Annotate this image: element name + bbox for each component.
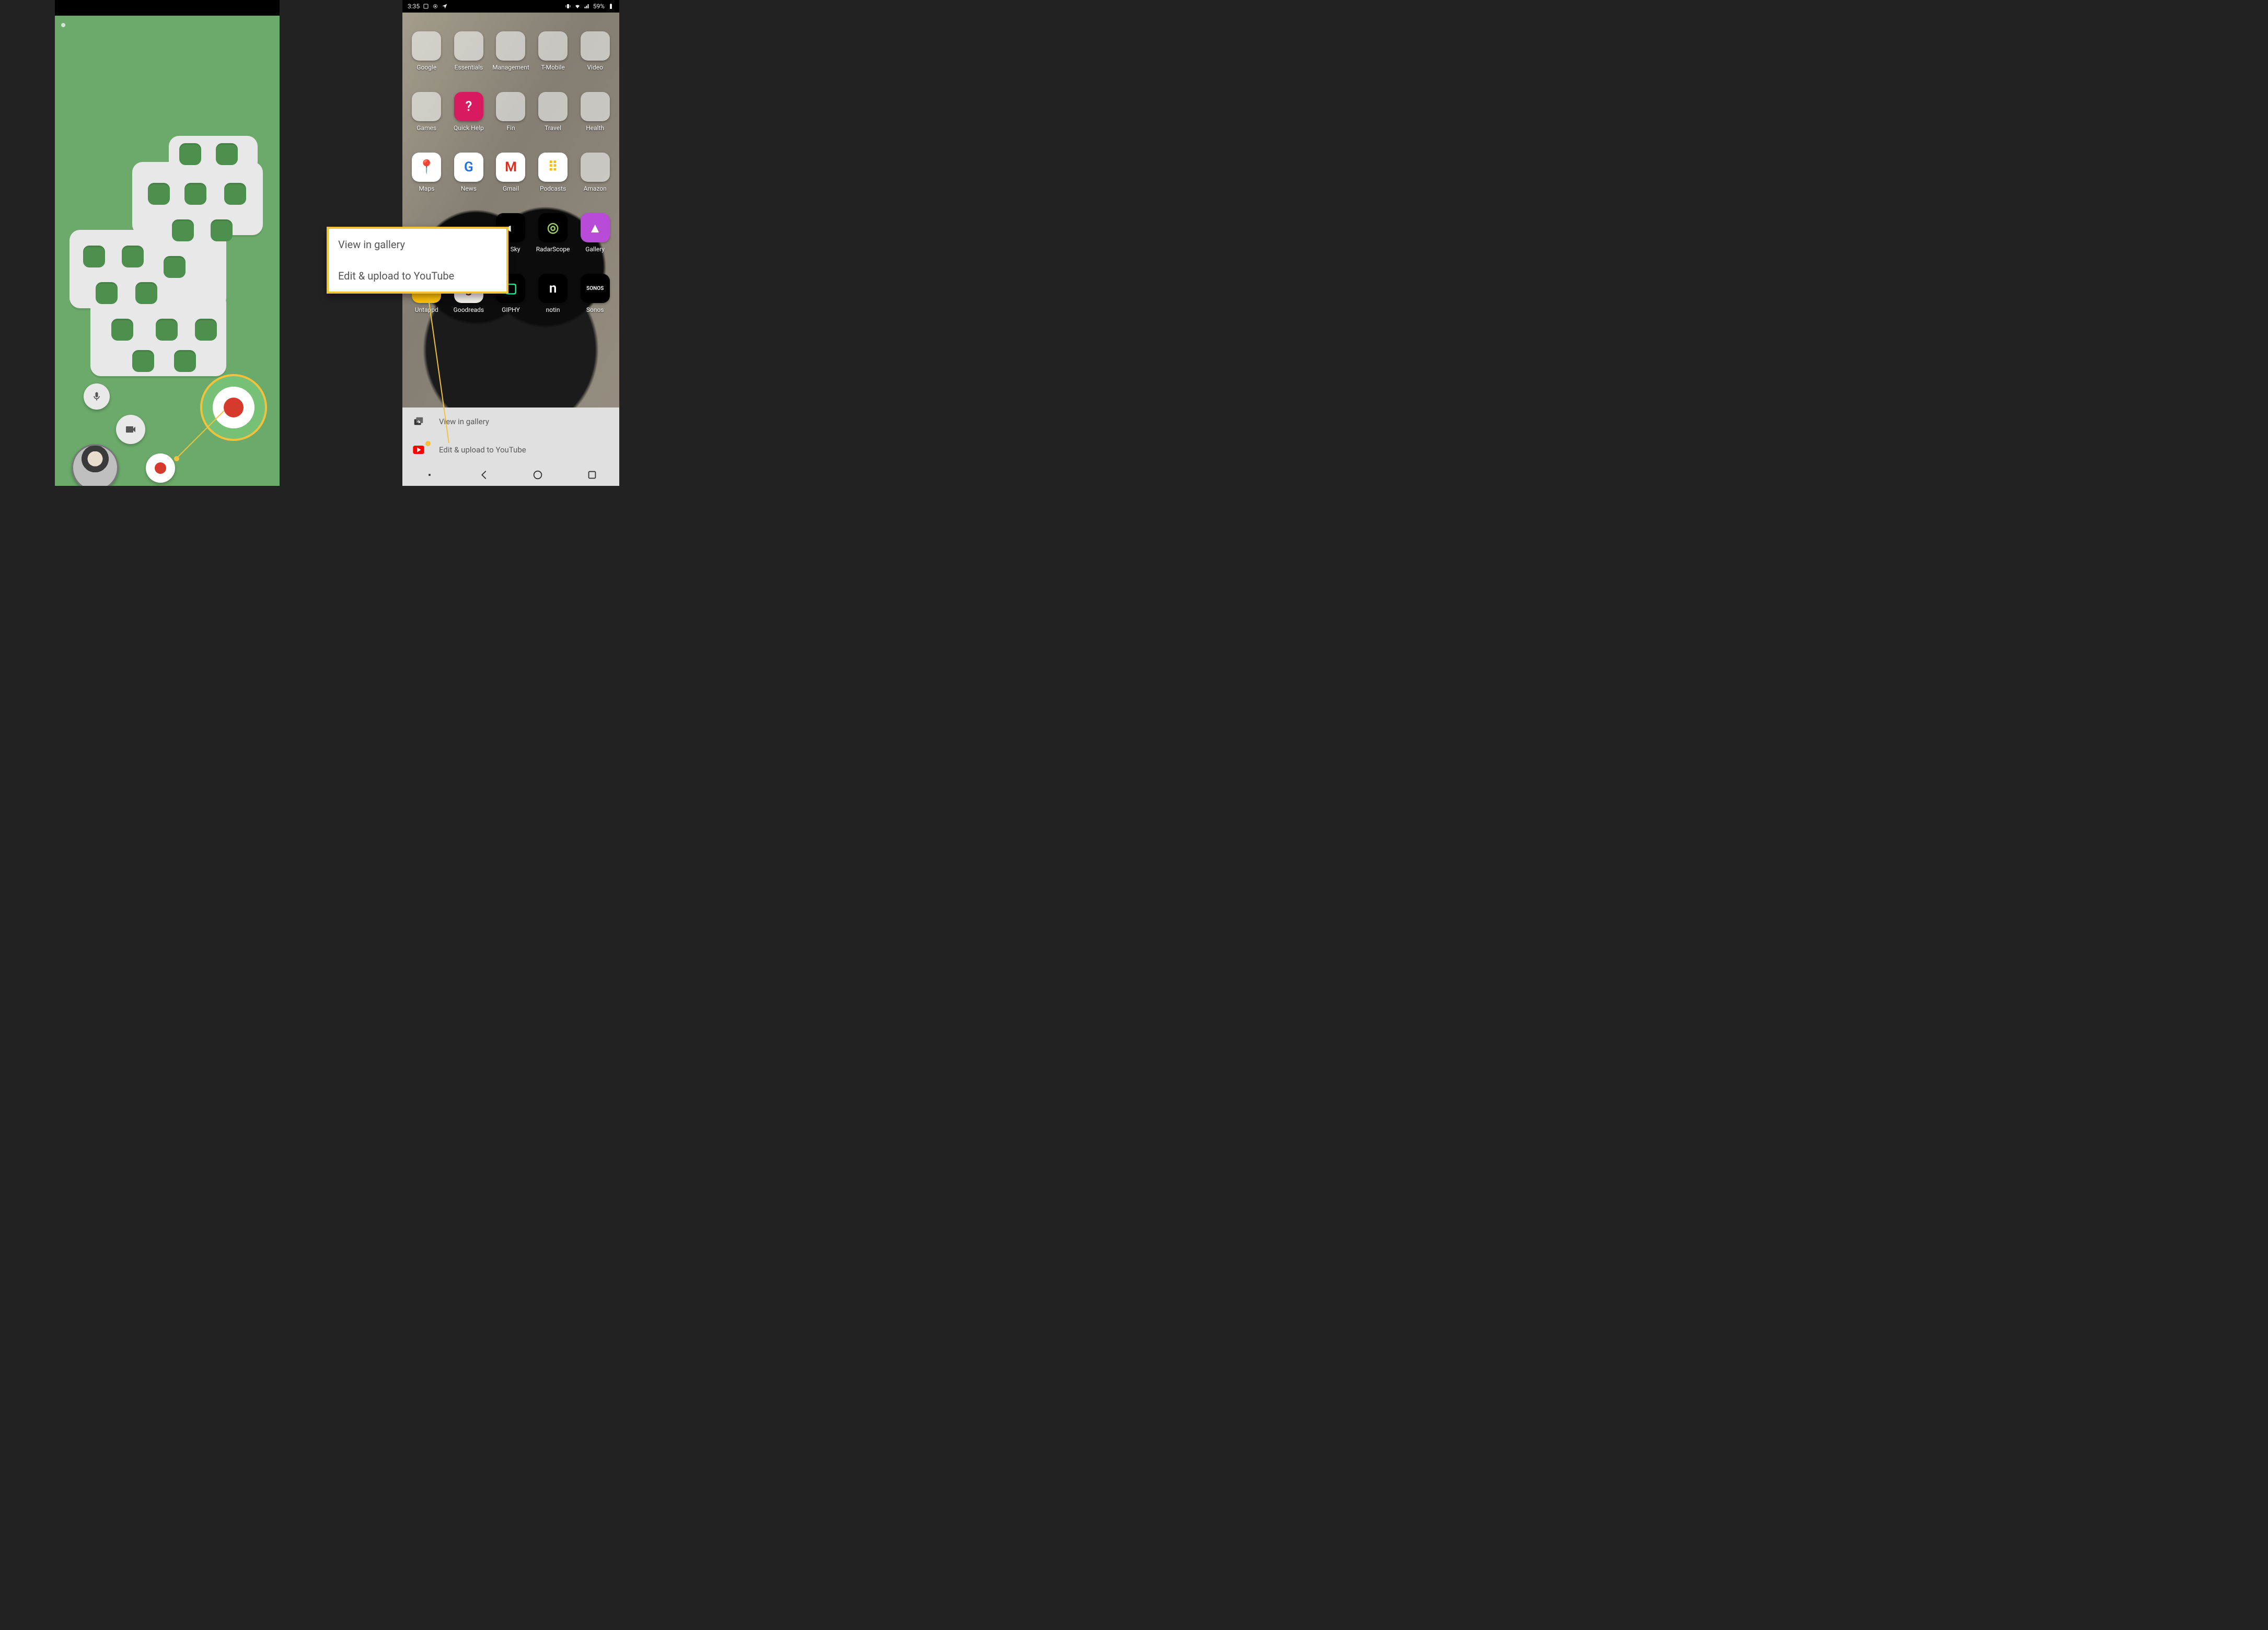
app-essentials[interactable]: Essentials: [452, 31, 486, 71]
record-large-button[interactable]: [200, 374, 267, 441]
callout-option-upload-youtube[interactable]: Edit & upload to YouTube: [329, 260, 506, 292]
app-label: Goodreads: [454, 306, 484, 313]
battery-icon: [608, 3, 614, 9]
app-label: T-Mobile: [541, 64, 564, 71]
app-icon: 📍: [412, 153, 441, 182]
app-label: Management: [492, 64, 529, 71]
folder-icon: [538, 92, 568, 121]
app-amazon[interactable]: Amazon: [578, 153, 612, 192]
app-icon: SONOS: [581, 274, 610, 303]
gps-icon: [442, 3, 448, 9]
app-icon: ▲: [581, 213, 610, 242]
app-label: Games: [416, 124, 436, 132]
app-label: Essentials: [455, 64, 483, 71]
screenshot-icon: [423, 3, 429, 9]
app-icon: n: [538, 274, 568, 303]
nav-dot-icon[interactable]: [424, 469, 435, 481]
app-label: Gallery: [585, 246, 605, 253]
app-games[interactable]: Games: [409, 92, 444, 132]
wifi-icon: [574, 3, 581, 9]
indicator-dot: [61, 23, 65, 27]
app-label: Quick Help: [454, 124, 484, 132]
sheet-upload-youtube[interactable]: Edit & upload to YouTube: [402, 436, 619, 464]
app-maps[interactable]: 📍 Maps: [409, 153, 444, 192]
sheet-label: Edit & upload to YouTube: [439, 445, 526, 455]
app-management[interactable]: Management: [493, 31, 528, 71]
youtube-icon: [413, 444, 424, 456]
record-icon: [155, 462, 166, 474]
folder-icon: [412, 92, 441, 121]
app-label: Sonos: [586, 306, 604, 313]
puzzle-board[interactable]: [70, 136, 263, 381]
app-icon: M: [496, 153, 525, 182]
folder-icon: [538, 31, 568, 61]
app-video[interactable]: Video: [578, 31, 612, 71]
app-label: News: [461, 185, 477, 192]
status-bar: 3:35 59%: [402, 0, 619, 13]
app-sonos[interactable]: SONOS Sonos: [578, 274, 612, 313]
callout-anchor-left: [174, 456, 179, 461]
app-notin[interactable]: n notin: [536, 274, 570, 313]
app-label: Travel: [545, 124, 561, 132]
app-label: Podcasts: [540, 185, 566, 192]
nav-back-icon[interactable]: [478, 469, 490, 481]
app-label: Fin: [506, 124, 515, 132]
app-gallery[interactable]: ▲ Gallery: [578, 213, 612, 253]
folder-icon: [412, 31, 441, 61]
game-screen: [55, 16, 280, 486]
app-label: Google: [416, 64, 436, 71]
app-icon: G: [454, 153, 483, 182]
callout-anchor-right: [425, 441, 431, 446]
folder-icon: [496, 92, 525, 121]
gallery-stack-icon: [413, 416, 424, 427]
folder-icon: [581, 31, 610, 61]
app-icon: ◎: [538, 213, 568, 242]
app-icon: ?: [454, 92, 483, 121]
mic-icon: [91, 391, 102, 402]
app-label: Maps: [419, 185, 434, 192]
video-camera-icon: [124, 423, 137, 436]
vibrate-icon: [565, 3, 571, 9]
camera-preview-avatar[interactable]: [72, 444, 119, 486]
navigation-bar: [402, 464, 619, 486]
app-label: notin: [546, 306, 560, 313]
app-google[interactable]: Google: [409, 31, 444, 71]
share-sheet: View in gallery Edit & upload to YouTube: [402, 408, 619, 464]
nav-recent-icon[interactable]: [586, 469, 598, 481]
app-label: RadarScope: [536, 246, 570, 253]
app-health[interactable]: Health: [578, 92, 612, 132]
camera-button[interactable]: [116, 415, 145, 444]
record-small-button[interactable]: [146, 453, 175, 483]
app-label: GIPHY: [502, 306, 520, 313]
app-icon: ⠿: [538, 153, 568, 182]
app-label: Health: [586, 124, 604, 132]
callout-popup: View in gallery Edit & upload to YouTube: [327, 227, 508, 294]
app-gmail[interactable]: M Gmail: [493, 153, 528, 192]
mic-button[interactable]: [84, 383, 110, 410]
folder-icon: [496, 31, 525, 61]
folder-icon: [581, 92, 610, 121]
app-travel[interactable]: Travel: [536, 92, 570, 132]
app-quick-help[interactable]: ? Quick Help: [452, 92, 486, 132]
app-label: Untappd: [415, 306, 438, 313]
status-time: 3:35: [408, 3, 420, 10]
nav-home-icon[interactable]: [532, 469, 543, 481]
folder-icon: [454, 31, 483, 61]
app-label: Video: [587, 64, 603, 71]
app-label: Amazon: [584, 185, 607, 192]
signal-icon: [584, 3, 590, 9]
record-icon: [224, 398, 244, 417]
app-fin[interactable]: Fin: [493, 92, 528, 132]
app-podcasts[interactable]: ⠿ Podcasts: [536, 153, 570, 192]
app-t-mobile[interactable]: T-Mobile: [536, 31, 570, 71]
app-radarscope[interactable]: ◎ RadarScope: [536, 213, 570, 253]
cast-icon: [432, 3, 438, 9]
phone-left-screenshot: [55, 0, 280, 486]
sheet-view-in-gallery[interactable]: View in gallery: [402, 408, 619, 436]
folder-icon: [581, 153, 610, 182]
callout-option-view-gallery[interactable]: View in gallery: [329, 229, 506, 260]
app-news[interactable]: G News: [452, 153, 486, 192]
status-battery: 59%: [593, 3, 605, 10]
app-label: Gmail: [503, 185, 519, 192]
